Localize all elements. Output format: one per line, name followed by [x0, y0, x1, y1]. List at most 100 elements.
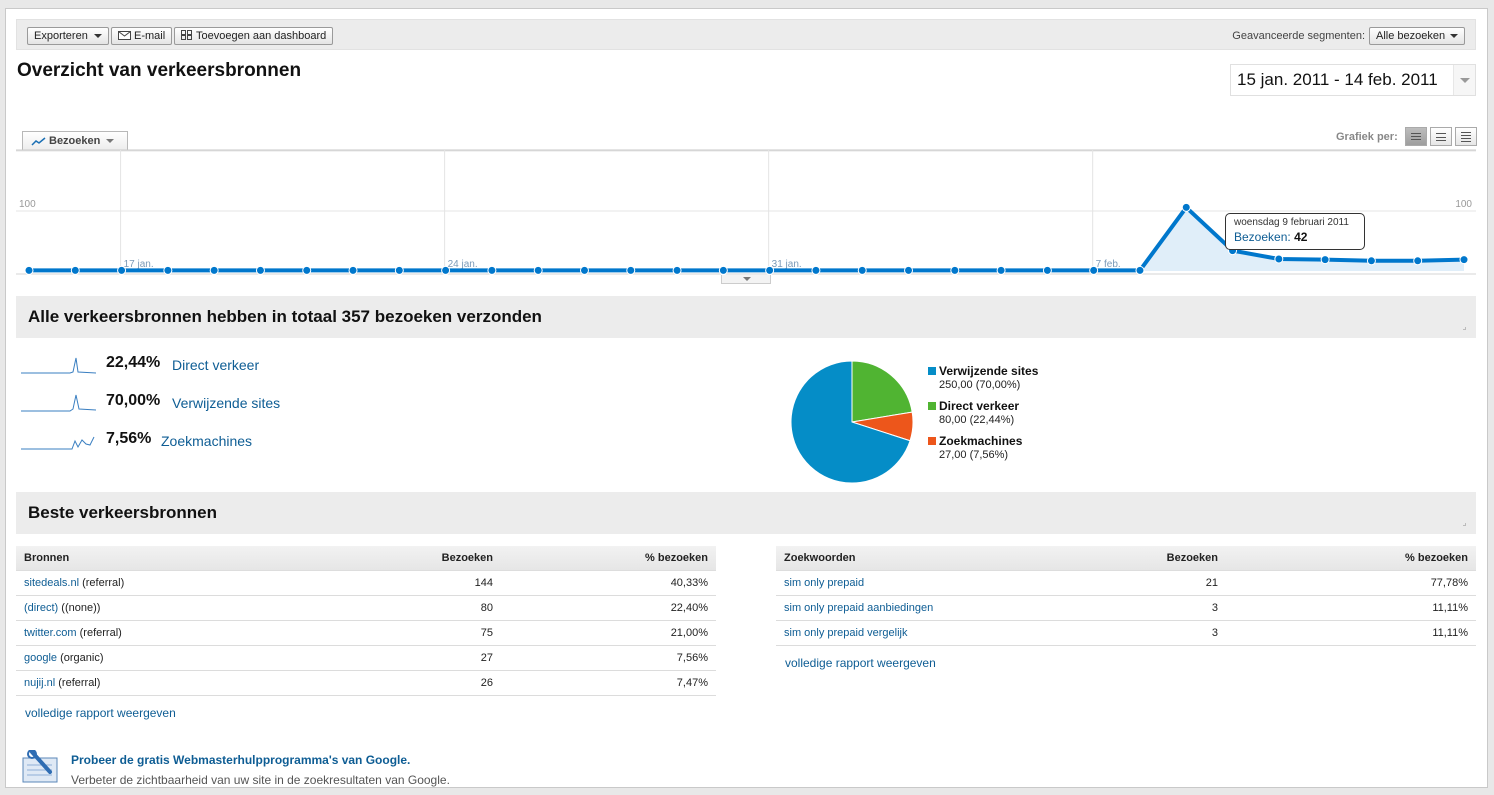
table-row: sim only prepaid aanbiedingen 3 11,11% [776, 595, 1476, 621]
column-header-visits[interactable]: Bezoeken [323, 546, 501, 571]
email-button[interactable]: E-mail [111, 27, 173, 45]
pct-cell: 11,11% [1226, 595, 1476, 621]
date-range-value: 15 jan. 2011 - 14 feb. 2011 [1237, 70, 1438, 89]
graph-by-month-button[interactable] [1455, 127, 1477, 146]
source-type: (organic) [60, 651, 104, 664]
visits-cell: 75 [323, 620, 501, 646]
legend-item: Verwijzende sites 250,00 (70,00%) [928, 364, 1038, 399]
column-header-keywords[interactable]: Zoekwoorden [776, 546, 1096, 571]
date-range-picker[interactable]: 15 jan. 2011 - 14 feb. 2011 [1230, 64, 1476, 96]
pie-legend: Verwijzende sites 250,00 (70,00%) Direct… [928, 364, 1038, 469]
pct-cell: 77,78% [1226, 570, 1476, 596]
column-header-pct[interactable]: % bezoeken [501, 546, 716, 571]
webmaster-tools-link[interactable]: Probeer de gratis Webmasterhulpprogramma… [71, 753, 410, 767]
tooltip-value: 42 [1294, 230, 1308, 244]
y-tick-label-right: 100 [1455, 199, 1472, 210]
data-point [718, 265, 728, 275]
chart-resize-handle[interactable] [721, 275, 771, 284]
data-point [1366, 256, 1376, 266]
data-point [70, 265, 80, 275]
column-header-visits[interactable]: Bezoeken [1095, 546, 1226, 571]
legend-value: 250,00 (70,00%) [939, 379, 1021, 391]
visits-cell: 21 [1095, 570, 1226, 596]
pct-cell: 22,40% [501, 595, 716, 621]
source-link-referring[interactable]: Verwijzende sites [172, 395, 280, 411]
webmaster-tools-promo: Probeer de gratis Webmasterhulpprogramma… [22, 749, 450, 787]
legend-item: Zoekmachines 27,00 (7,56%) [928, 434, 1038, 469]
source-pct: 22,44% [106, 354, 161, 371]
data-point [626, 265, 636, 275]
source-link[interactable]: google [24, 652, 57, 664]
pct-cell: 21,00% [501, 620, 716, 646]
table-row: google (organic) 27 7,56% [16, 645, 716, 671]
legend-value: 27,00 (7,56%) [939, 449, 1009, 461]
source-type: ((none)) [61, 601, 101, 614]
source-link-search[interactable]: Zoekmachines [161, 433, 252, 449]
webmaster-tools-description: Verbeter de zichtbaarheid van uw site in… [71, 773, 450, 787]
email-label: E-mail [134, 30, 166, 42]
segments-value: Alle bezoeken [1376, 30, 1446, 42]
data-point [302, 265, 312, 275]
source-link-direct[interactable]: Direct verkeer [172, 357, 259, 373]
add-to-dashboard-label: Toevoegen aan dashboard [196, 30, 327, 42]
data-point [441, 265, 451, 275]
pct-cell: 40,33% [501, 570, 716, 596]
table-row: twitter.com (referral) 75 21,00% [16, 620, 716, 646]
legend-swatch [928, 402, 936, 410]
x-tick-label: 7 feb. [1096, 259, 1121, 270]
table-header-row: Zoekwoorden Bezoeken % bezoeken [776, 546, 1476, 571]
table-header-row: Bronnen Bezoeken % bezoeken [16, 546, 716, 571]
data-point [1042, 265, 1052, 275]
source-link[interactable]: sitedeals.nl [24, 577, 79, 589]
visits-cell: 3 [1095, 620, 1226, 646]
chevron-down-icon[interactable] [1453, 65, 1475, 95]
resize-icon [1463, 523, 1466, 526]
metric-selector[interactable]: Bezoeken [22, 131, 128, 151]
data-point [487, 265, 497, 275]
metric-label: Bezoeken [49, 135, 101, 147]
table-row: (direct) ((none)) 80 22,40% [16, 595, 716, 621]
data-point [1089, 265, 1099, 275]
toolbar: Exporteren E-mail Toevoegen aan dashboar… [16, 19, 1476, 50]
legend-name: Verwijzende sites [939, 364, 1039, 378]
export-label: Exporteren [34, 30, 88, 42]
sources-full-report-link[interactable]: volledige rapport weergeven [25, 706, 176, 720]
pct-cell: 7,47% [501, 670, 716, 696]
column-header-sources[interactable]: Bronnen [16, 546, 324, 571]
legend-swatch [928, 367, 936, 375]
y-tick-label-left: 200 [19, 149, 36, 150]
data-point [1135, 265, 1145, 275]
report-frame: Exporteren E-mail Toevoegen aan dashboar… [5, 8, 1488, 788]
visits-cell: 27 [323, 645, 501, 671]
chevron-down-icon [1450, 34, 1458, 38]
data-point [255, 265, 265, 275]
source-link[interactable]: (direct) [24, 602, 58, 614]
visits-cell: 3 [1095, 595, 1226, 621]
add-to-dashboard-button[interactable]: Toevoegen aan dashboard [174, 27, 334, 45]
data-point [117, 265, 127, 275]
graph-by-week-button[interactable] [1430, 127, 1452, 146]
graph-by-label: Grafiek per: [1336, 131, 1398, 143]
keywords-full-report-link[interactable]: volledige rapport weergeven [785, 656, 936, 670]
segments-label: Geavanceerde segmenten: [1232, 30, 1365, 42]
line-chart-icon [31, 137, 46, 146]
summary-header: Alle verkeersbronnen hebben in totaal 35… [16, 296, 1476, 338]
data-point [857, 265, 867, 275]
table-row: sim only prepaid 21 77,78% [776, 570, 1476, 596]
segments-dropdown[interactable]: Alle bezoeken [1369, 27, 1465, 45]
source-link[interactable]: nujij.nl [24, 677, 55, 689]
resize-icon [1463, 327, 1466, 330]
chart-tooltip: woensdag 9 februari 2011 Bezoeken: 42 [1225, 213, 1365, 250]
data-point [672, 265, 682, 275]
legend-swatch [928, 437, 936, 445]
export-button[interactable]: Exporteren [27, 27, 109, 45]
keyword-link[interactable]: sim only prepaid vergelijk [784, 627, 908, 639]
keyword-link[interactable]: sim only prepaid aanbiedingen [784, 602, 933, 614]
column-header-pct[interactable]: % bezoeken [1226, 546, 1476, 571]
graph-by-day-button[interactable] [1405, 127, 1427, 146]
keyword-link[interactable]: sim only prepaid [784, 577, 864, 589]
tools-icon [22, 749, 58, 783]
table-row: nujij.nl (referral) 26 7,47% [16, 670, 716, 696]
source-link[interactable]: twitter.com [24, 627, 77, 639]
visits-cell: 144 [323, 570, 501, 596]
